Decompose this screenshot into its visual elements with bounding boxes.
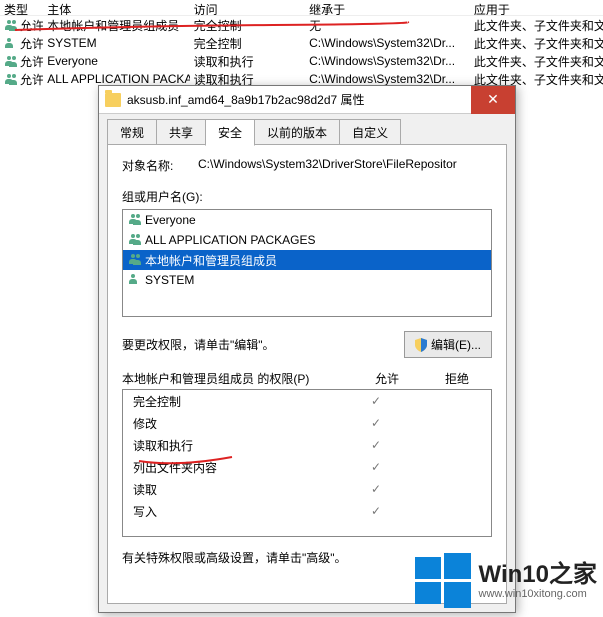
bg-col-inherited: 继承于 (305, 0, 470, 15)
permission-row: 读取和执行 ✓ (123, 434, 491, 456)
list-item-label: SYSTEM (145, 273, 194, 287)
check-icon: ✓ (341, 504, 411, 518)
check-icon: ✓ (341, 416, 411, 430)
bg-header-row: 类型 主体 访问 继承于 应用于 (0, 0, 603, 16)
table-row[interactable]: 允许 SYSTEM 完全控制 C:\Windows\System32\Dr...… (0, 34, 603, 52)
security-tab-panel: 对象名称: C:\Windows\System32\DriverStore\Fi… (107, 144, 507, 604)
edit-note: 要更改权限，请单击"编辑"。 (122, 336, 275, 353)
permission-name: 读取 (133, 481, 341, 498)
list-item-label: ALL APPLICATION PACKAGES (145, 233, 316, 247)
table-row[interactable]: 允许 本地帐户和管理员组成员 完全控制 无 此文件夹、子文件夹和文件 (0, 16, 603, 34)
deny-column-header: 拒绝 (422, 370, 492, 387)
bg-col-access: 访问 (190, 0, 305, 15)
group-list-label: 组或用户名(G): (122, 188, 492, 205)
check-icon: ✓ (341, 438, 411, 452)
permission-name: 修改 (133, 415, 341, 432)
permissions-table: 完全控制 ✓ 修改 ✓ 读取和执行 ✓ 列出文件夹内容 ✓ 读取 ✓ 写入 ✓ (122, 389, 492, 537)
edit-button[interactable]: 编辑(E)... (404, 331, 492, 358)
close-button[interactable]: ✕ (471, 86, 515, 114)
check-icon: ✓ (341, 394, 411, 408)
permission-row: 列出文件夹内容 ✓ (123, 456, 491, 478)
check-icon: ✓ (341, 482, 411, 496)
watermark: Win10之家 www.win10xitong.com (413, 551, 597, 611)
tabs-row: 常规 共享 安全 以前的版本 自定义 (99, 114, 515, 146)
table-row[interactable]: 允许 Everyone 读取和执行 C:\Windows\System32\Dr… (0, 52, 603, 70)
list-item-label: 本地帐户和管理员组成员 (145, 252, 277, 269)
bg-col-type: 类型 (0, 0, 43, 15)
permission-name: 完全控制 (133, 393, 341, 410)
window-title: aksusb.inf_amd64_8a9b17b2ac98d2d7 属性 (127, 91, 471, 108)
tab-previous-versions[interactable]: 以前的版本 (254, 119, 340, 146)
bg-col-principal: 主体 (43, 0, 189, 15)
permissions-for-label: 本地帐户和管理员组成员 的权限(P) (122, 370, 352, 387)
users-icon (4, 74, 18, 86)
titlebar: aksusb.inf_amd64_8a9b17b2ac98d2d7 属性 ✕ (99, 86, 515, 114)
users-icon (128, 254, 142, 266)
bg-col-applies: 应用于 (470, 0, 603, 15)
tab-customize[interactable]: 自定义 (339, 119, 401, 146)
background-permissions-table: 类型 主体 访问 继承于 应用于 允许 本地帐户和管理员组成员 完全控制 无 此… (0, 0, 603, 88)
users-icon (128, 234, 142, 246)
list-item-label: Everyone (145, 213, 196, 227)
users-icon (128, 214, 142, 226)
check-icon: ✓ (341, 460, 411, 474)
watermark-brand: Win10之家 (479, 562, 597, 588)
watermark-url: www.win10xitong.com (479, 588, 597, 600)
close-icon: ✕ (487, 91, 499, 108)
list-item[interactable]: Everyone (123, 210, 491, 230)
allow-column-header: 允许 (352, 370, 422, 387)
folder-icon (105, 93, 121, 107)
group-user-listbox[interactable]: Everyone ALL APPLICATION PACKAGES 本地帐户和管… (122, 209, 492, 317)
edit-button-label: 编辑(E)... (431, 336, 481, 353)
tab-general[interactable]: 常规 (107, 119, 157, 146)
users-icon (4, 20, 18, 32)
permission-row: 读取 ✓ (123, 478, 491, 500)
tab-sharing[interactable]: 共享 (156, 119, 206, 146)
permission-name: 列出文件夹内容 (133, 459, 341, 476)
list-item-selected[interactable]: 本地帐户和管理员组成员 (123, 250, 491, 270)
permission-name: 写入 (133, 503, 341, 520)
object-path: C:\Windows\System32\DriverStore\FileRepo… (198, 157, 492, 174)
tab-security[interactable]: 安全 (205, 119, 255, 146)
users-icon (4, 56, 18, 68)
user-icon (4, 38, 18, 50)
properties-dialog: aksusb.inf_amd64_8a9b17b2ac98d2d7 属性 ✕ 常… (98, 85, 516, 613)
list-item[interactable]: SYSTEM (123, 270, 491, 290)
permission-row: 写入 ✓ (123, 500, 491, 522)
user-icon (128, 274, 142, 286)
permission-row: 修改 ✓ (123, 412, 491, 434)
permission-name: 读取和执行 (133, 437, 341, 454)
list-item[interactable]: ALL APPLICATION PACKAGES (123, 230, 491, 250)
object-name-label: 对象名称: (122, 157, 198, 174)
windows-logo-icon (413, 551, 473, 611)
shield-icon (415, 338, 427, 352)
permission-row: 完全控制 ✓ (123, 390, 491, 412)
